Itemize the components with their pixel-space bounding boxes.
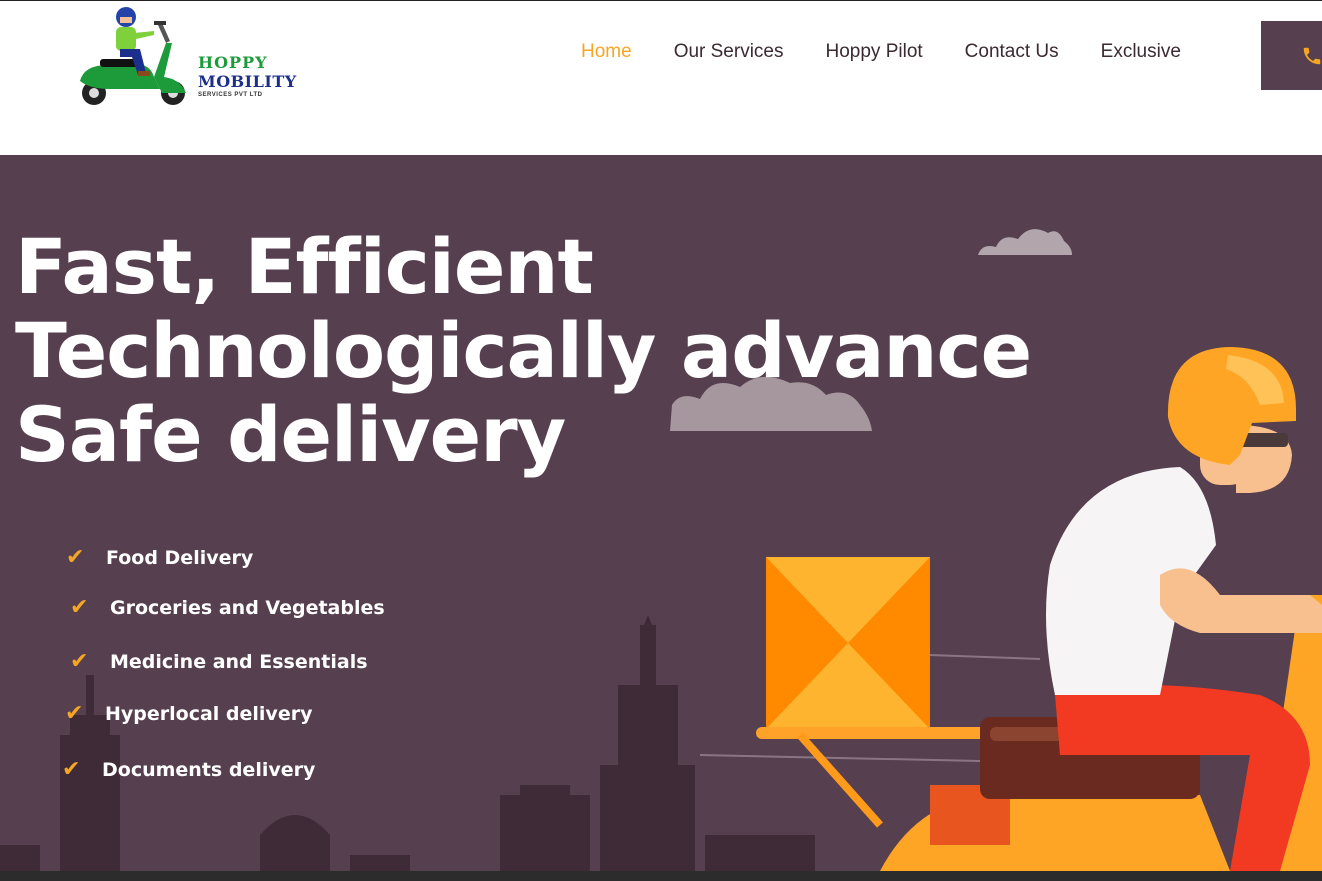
hero-section: Fast, Efficient Technologically advance … [0, 155, 1322, 871]
nav-home[interactable]: Home [560, 41, 653, 63]
hero-headline: Fast, Efficient Technologically advance … [15, 222, 1032, 479]
check-icon: ✔ [66, 545, 85, 570]
feature-label: Medicine and Essentials [110, 650, 368, 673]
call-button[interactable] [1261, 21, 1322, 90]
list-item: ✔ Food Delivery [66, 545, 253, 570]
check-icon: ✔ [70, 649, 89, 674]
site-header: HOPPY MOBILITY SERVICES PVT LTD Home Our… [0, 0, 1322, 117]
check-icon: ✔ [65, 701, 84, 726]
headline-line-2: Technologically advance [15, 306, 1032, 395]
list-item: ✔ Medicine and Essentials [70, 649, 368, 674]
check-icon: ✔ [62, 757, 81, 782]
feature-label: Documents delivery [102, 758, 316, 781]
taskbar-strip [0, 871, 1322, 881]
brand-name-line1: HOPPY [198, 53, 268, 72]
delivery-box-icon [756, 557, 996, 828]
brand-logo[interactable]: HOPPY MOBILITY SERVICES PVT LTD [70, 3, 310, 115]
feature-label: Hyperlocal delivery [105, 702, 313, 725]
headline-line-1: Fast, Efficient [15, 222, 594, 311]
nav-exclusive[interactable]: Exclusive [1080, 41, 1202, 63]
header-spacer [0, 117, 1322, 155]
main-nav: Home Our Services Hoppy Pilot Contact Us… [560, 41, 1202, 63]
brand-name-line2: MOBILITY [198, 72, 297, 91]
list-item: ✔ Hyperlocal delivery [65, 701, 312, 726]
nav-hoppy-pilot[interactable]: Hoppy Pilot [805, 41, 944, 63]
scooter-rider-logo-icon [80, 7, 186, 105]
phone-icon [1303, 47, 1321, 64]
check-icon: ✔ [70, 595, 89, 620]
brand-tagline: SERVICES PVT LTD [198, 92, 263, 98]
list-item: ✔ Documents delivery [62, 757, 315, 782]
feature-label: Food Delivery [106, 546, 254, 569]
feature-label: Groceries and Vegetables [110, 596, 385, 619]
nav-our-services[interactable]: Our Services [653, 41, 805, 63]
headline-line-3: Safe delivery [15, 390, 566, 479]
nav-contact-us[interactable]: Contact Us [944, 41, 1080, 63]
list-item: ✔ Groceries and Vegetables [70, 595, 385, 620]
